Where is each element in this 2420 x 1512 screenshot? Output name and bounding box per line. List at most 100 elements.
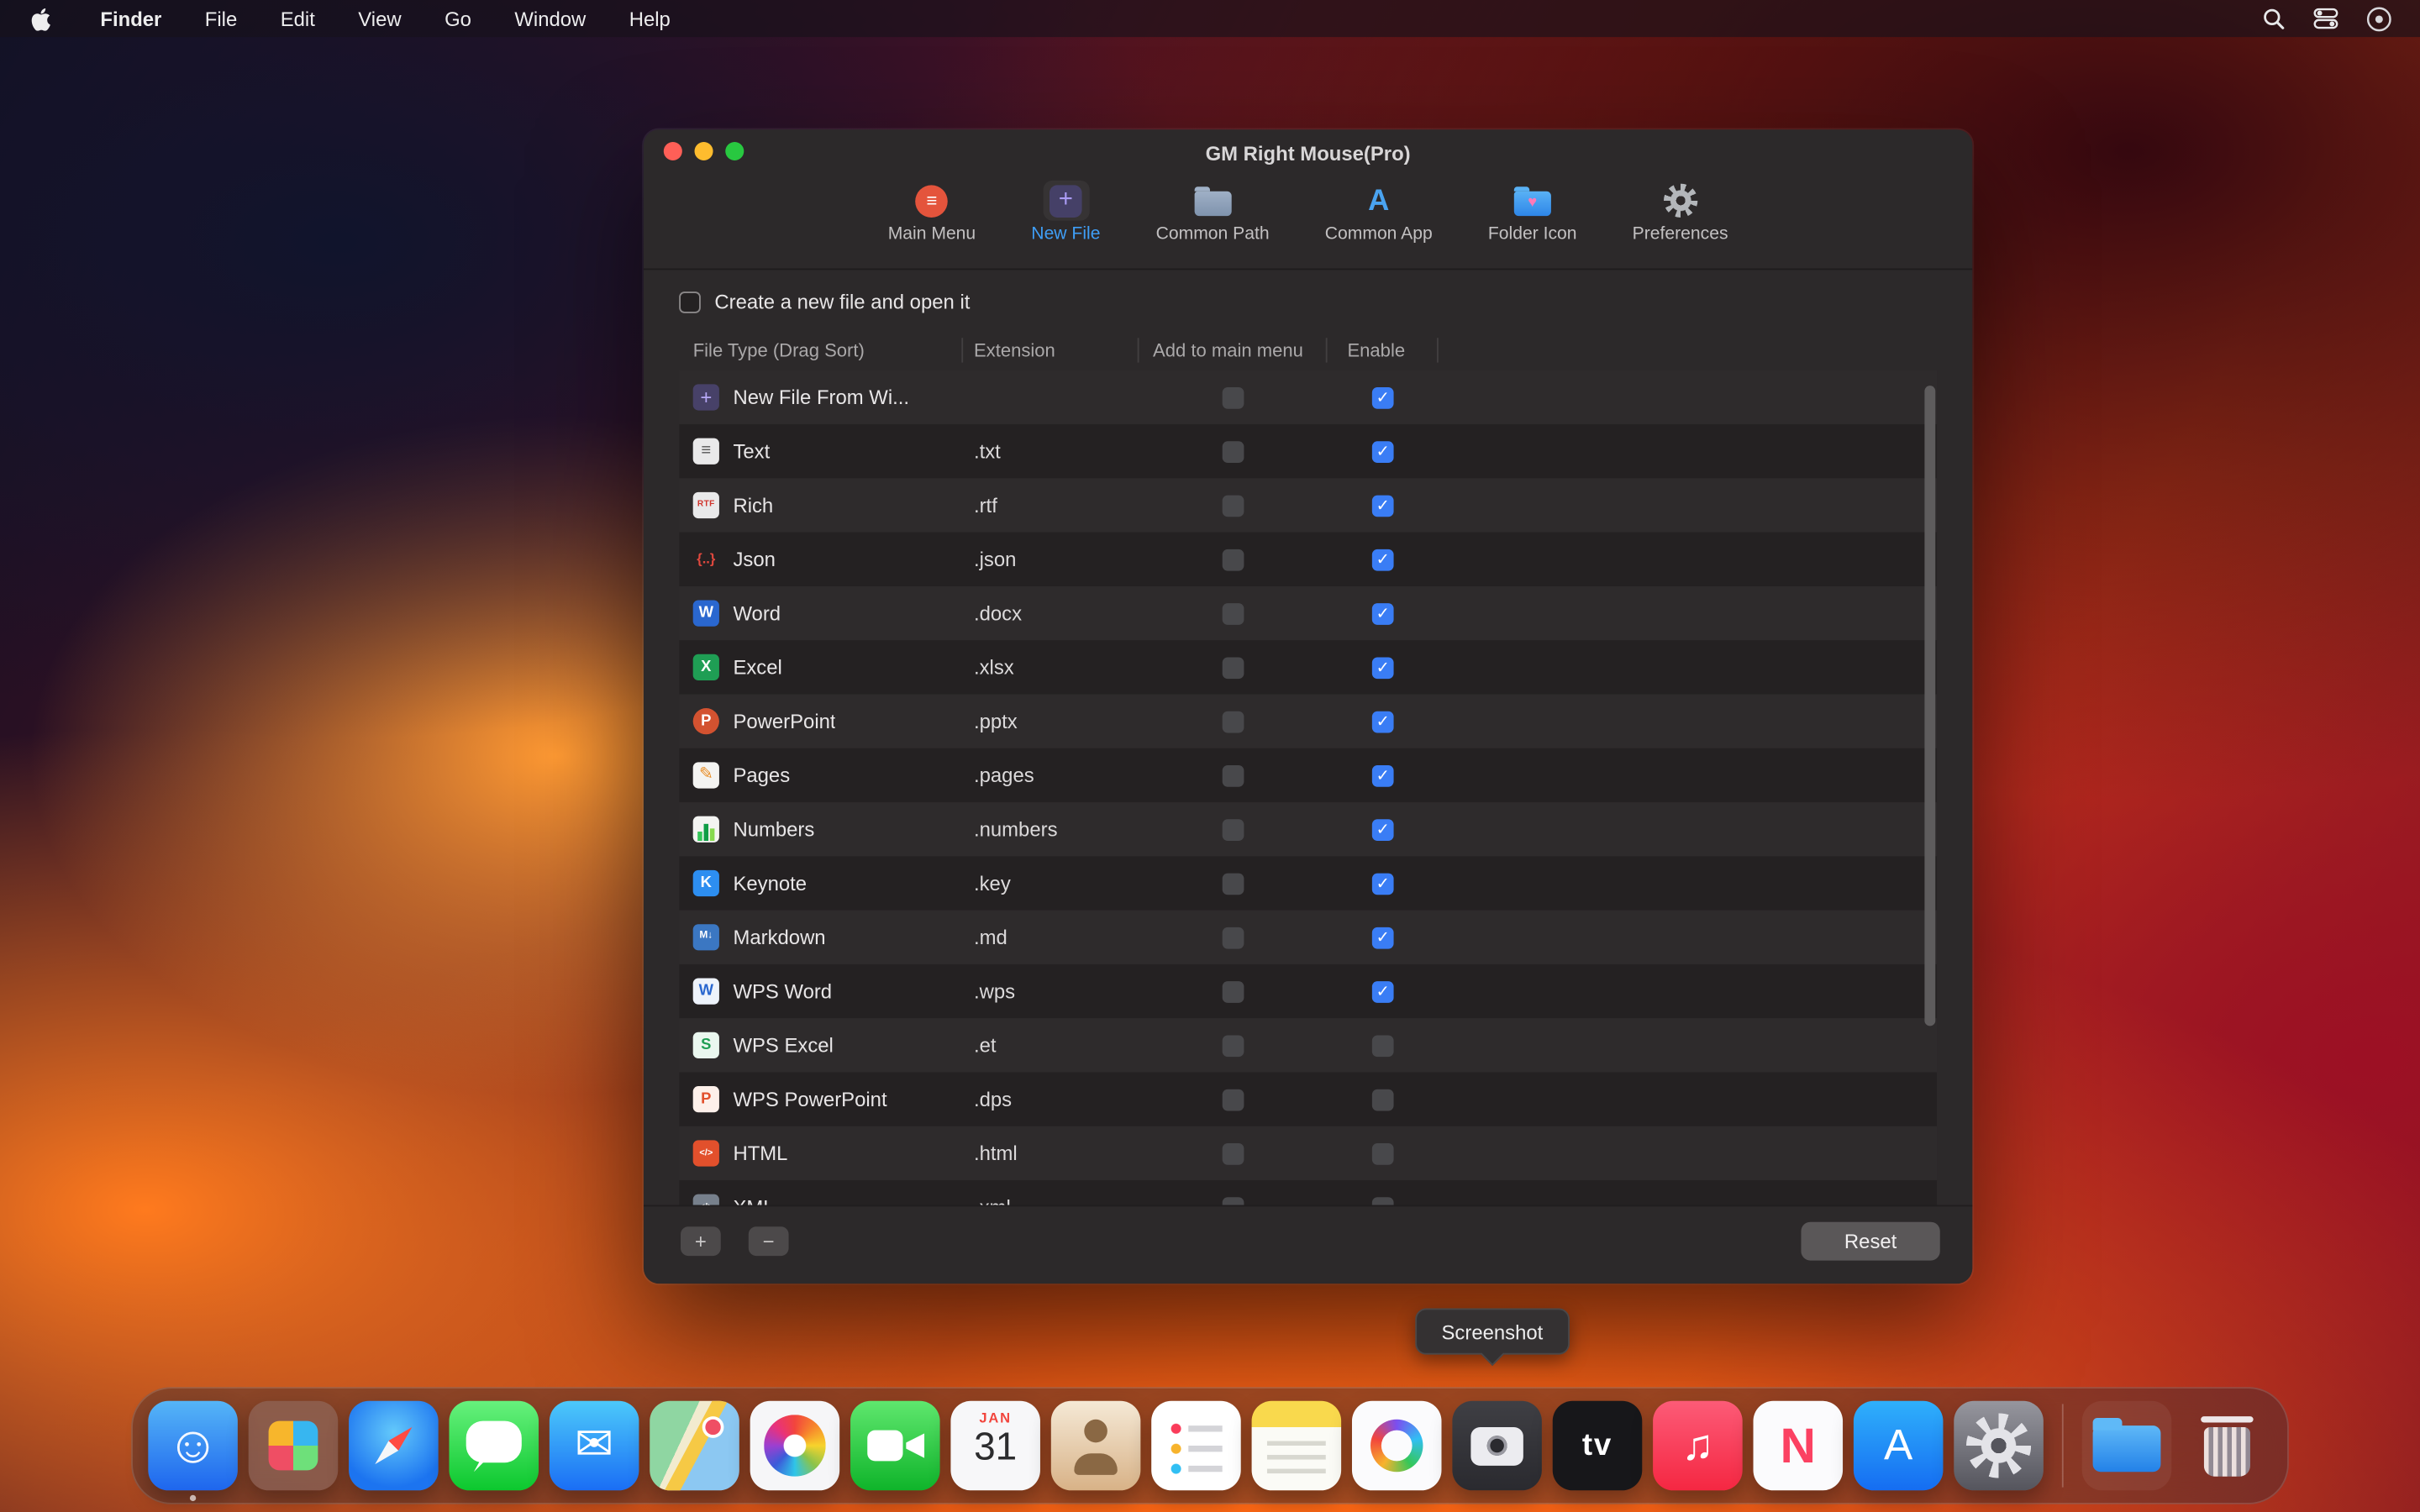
enable-checkbox[interactable]	[1372, 1089, 1394, 1110]
tab-new-file[interactable]: +New File	[1027, 177, 1105, 268]
tab-common-path[interactable]: Common Path	[1151, 177, 1274, 268]
column-header[interactable]: Add to main menu	[1139, 337, 1328, 361]
add-to-main-menu-checkbox[interactable]	[1223, 764, 1244, 786]
add-to-main-menu-checkbox[interactable]	[1223, 495, 1244, 517]
enable-checkbox[interactable]: ✓	[1372, 657, 1394, 679]
dock-notes-icon[interactable]	[1252, 1401, 1342, 1491]
enable-checkbox[interactable]: ✓	[1372, 980, 1394, 1002]
remove-file-type-button[interactable]: −	[749, 1226, 789, 1256]
enable-checkbox[interactable]: ✓	[1372, 764, 1394, 786]
enable-checkbox[interactable]: ✓	[1372, 386, 1394, 408]
enable-checkbox[interactable]: ✓	[1372, 440, 1394, 462]
table-row[interactable]: PWPS PowerPoint.dps	[679, 1073, 1937, 1126]
dock-downloads-icon[interactable]	[2082, 1401, 2172, 1491]
column-header[interactable]: Extension	[963, 337, 1139, 361]
dock-screenshot-icon[interactable]	[1452, 1401, 1542, 1491]
enable-checkbox[interactable]: ✓	[1372, 873, 1394, 895]
add-to-main-menu-checkbox[interactable]	[1223, 1142, 1244, 1164]
table-row[interactable]: M↓Markdown.md✓	[679, 911, 1937, 964]
add-to-main-menu-checkbox[interactable]	[1223, 440, 1244, 462]
table-row[interactable]: WWPS Word.wps✓	[679, 964, 1937, 1018]
add-to-main-menu-checkbox[interactable]	[1223, 873, 1244, 895]
add-to-main-menu-checkbox[interactable]	[1223, 1196, 1244, 1205]
table-row[interactable]: ≡Text.txt✓	[679, 424, 1937, 478]
menu-item-go[interactable]: Go	[445, 7, 471, 30]
enable-checkbox[interactable]	[1372, 1142, 1394, 1164]
scrollbar-thumb[interactable]	[1924, 386, 1935, 1026]
table-row[interactable]: WWord.docx✓	[679, 586, 1937, 640]
menu-app-name[interactable]: Finder	[100, 7, 161, 30]
dock-contacts-icon[interactable]	[1051, 1401, 1141, 1491]
table-row[interactable]: </>XML.xml	[679, 1180, 1937, 1205]
close-button[interactable]	[664, 142, 682, 160]
add-to-main-menu-checkbox[interactable]	[1223, 386, 1244, 408]
tab-main-menu[interactable]: ≡Main Menu	[883, 177, 981, 268]
dock-messages-icon[interactable]	[449, 1401, 539, 1491]
dock-appletv-icon[interactable]: tv	[1553, 1401, 1643, 1491]
dock-music-icon[interactable]: ♫	[1653, 1401, 1743, 1491]
enable-checkbox[interactable]	[1372, 1035, 1394, 1057]
enable-checkbox[interactable]	[1372, 1196, 1394, 1205]
menu-item-help[interactable]: Help	[629, 7, 671, 30]
enable-checkbox[interactable]: ✓	[1372, 818, 1394, 840]
enable-checkbox[interactable]: ✓	[1372, 549, 1394, 570]
column-header[interactable]: File Type (Drag Sort)	[679, 337, 963, 361]
menu-item-file[interactable]: File	[205, 7, 237, 30]
create-new-file-checkbox[interactable]	[679, 291, 701, 312]
dock-finder-icon[interactable]: ☺	[148, 1401, 238, 1491]
table-row[interactable]: XExcel.xlsx✓	[679, 640, 1937, 694]
dock-reminders-icon[interactable]	[1151, 1401, 1241, 1491]
dock-mail-icon[interactable]: ✉	[550, 1401, 639, 1491]
table-row[interactable]: KKeynote.key✓	[679, 856, 1937, 910]
enable-checkbox[interactable]: ✓	[1372, 927, 1394, 948]
add-to-main-menu-checkbox[interactable]	[1223, 818, 1244, 840]
minimize-button[interactable]	[695, 142, 713, 160]
enable-checkbox[interactable]: ✓	[1372, 495, 1394, 517]
table-row[interactable]: Numbers.numbers✓	[679, 802, 1937, 856]
dock-calendar-icon[interactable]: JAN31	[950, 1401, 1040, 1491]
add-to-main-menu-checkbox[interactable]	[1223, 549, 1244, 570]
dock-appstore-icon[interactable]: A	[1854, 1401, 1944, 1491]
add-file-type-button[interactable]: +	[681, 1226, 721, 1256]
table-row[interactable]: </>HTML.html	[679, 1126, 1937, 1180]
dock-safari-icon[interactable]	[349, 1401, 439, 1491]
search-icon[interactable]	[2263, 7, 2286, 30]
add-to-main-menu-checkbox[interactable]	[1223, 927, 1244, 948]
user-menu-icon[interactable]	[2366, 5, 2392, 31]
table-row[interactable]: {..}Json.json✓	[679, 533, 1937, 586]
reset-button[interactable]: Reset	[1801, 1222, 1939, 1261]
dock-photos-icon[interactable]	[750, 1401, 840, 1491]
tab-common-app[interactable]: ACommon App	[1320, 177, 1437, 268]
menu-item-view[interactable]: View	[358, 7, 401, 30]
zoom-button[interactable]	[725, 142, 744, 160]
column-header[interactable]: Enable	[1328, 337, 1439, 361]
menu-item-window[interactable]: Window	[514, 7, 586, 30]
tab-preferences[interactable]: Preferences	[1628, 177, 1733, 268]
enable-checkbox[interactable]: ✓	[1372, 711, 1394, 732]
table-row[interactable]: SWPS Excel.et	[679, 1018, 1937, 1072]
table-row[interactable]: PPowerPoint.pptx✓	[679, 695, 1937, 748]
table-row[interactable]: ✎Pages.pages✓	[679, 748, 1937, 802]
dock-trash-icon[interactable]	[2182, 1401, 2272, 1491]
table-row[interactable]: RTFRich.rtf✓	[679, 478, 1937, 532]
apple-menu-icon[interactable]	[31, 7, 51, 30]
menu-item-edit[interactable]: Edit	[281, 7, 315, 30]
dock-launchpad-icon[interactable]	[249, 1401, 339, 1491]
add-to-main-menu-checkbox[interactable]	[1223, 1035, 1244, 1057]
tab-folder-icon[interactable]: ♥Folder Icon	[1483, 177, 1581, 268]
add-to-main-menu-checkbox[interactable]	[1223, 657, 1244, 679]
dock-news-icon[interactable]: N	[1754, 1401, 1844, 1491]
add-to-main-menu-checkbox[interactable]	[1223, 711, 1244, 732]
dock-facetime-icon[interactable]	[850, 1401, 940, 1491]
main-menu-icon: ≡	[908, 181, 955, 221]
control-center-icon[interactable]	[2313, 6, 2338, 30]
dock-maps-icon[interactable]	[650, 1401, 739, 1491]
table-row[interactable]: +New File From Wi...✓	[679, 370, 1937, 424]
dock-freeform-icon[interactable]	[1352, 1401, 1442, 1491]
enable-checkbox[interactable]: ✓	[1372, 602, 1394, 624]
add-to-main-menu-checkbox[interactable]	[1223, 980, 1244, 1002]
add-to-main-menu-checkbox[interactable]	[1223, 1089, 1244, 1110]
tooltip-text: Screenshot	[1442, 1320, 1544, 1343]
dock-settings-icon[interactable]	[1954, 1401, 2044, 1491]
add-to-main-menu-checkbox[interactable]	[1223, 602, 1244, 624]
